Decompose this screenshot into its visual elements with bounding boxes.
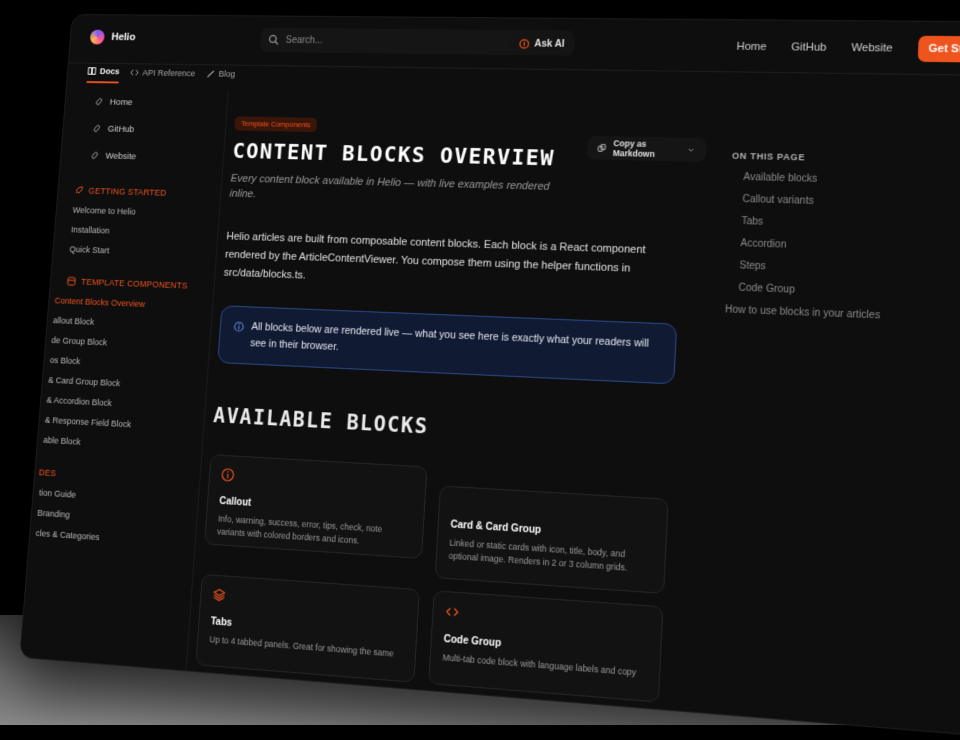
toc-item[interactable]: Callout variants [730,194,940,211]
sidebar-link-github[interactable]: GitHub [62,115,226,145]
search-icon [268,34,280,45]
sidebar-link-label: Home [109,97,132,108]
layers-icon [212,588,226,603]
link-icon [95,98,104,106]
ask-ai-label: Ask AI [534,38,565,49]
sidebar-link-label: GitHub [107,124,134,135]
toc-item[interactable]: Steps [727,260,937,278]
ask-ai-button[interactable]: Ask AI [509,32,575,56]
section-title: GETTING STARTED [88,186,166,198]
tab-blog-label: Blog [218,69,235,79]
nav-website[interactable]: Website [851,42,893,54]
sidebar-item[interactable]: Quick Start [53,239,217,264]
layout-icon [67,276,77,286]
ask-ai-icon [519,38,530,49]
page-subtitle: Every content block available in Helio —… [229,171,574,211]
logo[interactable]: Helio [90,30,136,45]
pen-icon [206,69,216,78]
article: Template Components CONTENT BLOCKS OVERV… [195,113,707,704]
card-card-group[interactable]: Card & Card Group Linked or static cards… [435,485,669,594]
copy-markdown-button[interactable]: Copy as Markdown [587,136,706,162]
toc-item[interactable]: Code Group [726,282,936,301]
sidebar: Home GitHub Website GETTING STARTED Welc… [20,88,229,670]
copy-icon [597,143,606,153]
rocket-icon [74,186,84,196]
nav-home[interactable]: Home [736,41,766,53]
toc-item[interactable]: How to use blocks in your articles [725,304,936,323]
card-code-group[interactable]: Code Group Multi-tab code block with lan… [428,590,663,702]
category-badge: Template Components [234,116,317,132]
sidebar-link-home[interactable]: Home [65,88,228,118]
code-icon [445,604,460,619]
docs-tabs: Docs API Reference Blog [87,66,236,85]
code-icon [130,68,140,77]
logo-mark-icon [90,30,105,45]
callout-text: All blocks below are rendered live — wha… [250,319,662,370]
info-icon [233,321,244,332]
link-icon [93,125,102,134]
section-title: DES [38,467,56,478]
intro-paragraph: Helio articles are built from composable… [223,228,681,300]
card-description: Linked or static cards with icon, title,… [448,536,653,576]
toc-item[interactable]: Available blocks [731,172,940,188]
book-icon [87,66,97,75]
copy-markdown-label: Copy as Markdown [613,138,681,159]
card-tabs[interactable]: Tabs Up to 4 tabbed panels. Great for sh… [195,574,420,683]
tab-api-label: API Reference [142,68,195,78]
card-description: Info, warning, success, error, tips, che… [217,513,412,551]
tab-docs[interactable]: Docs [87,66,120,83]
table-of-contents: ON THIS PAGE Available blocks Callout va… [725,151,941,324]
section-title: TEMPLATE COMPONENTS [81,277,188,291]
info-callout: All blocks below are rendered live — wha… [217,305,677,384]
tab-docs-label: Docs [100,67,120,77]
toc-item[interactable]: Accordion [728,238,938,256]
chevron-down-icon [687,145,696,155]
toc-item[interactable]: Tabs [729,216,939,233]
get-started-button[interactable]: Get Started [917,36,960,63]
toc-heading: ON THIS PAGE [732,151,941,166]
nav-github[interactable]: GitHub [791,41,827,53]
search-placeholder: Search... [285,35,523,48]
link-icon [91,152,100,161]
section-heading: AVAILABLE BLOCKS [213,404,693,453]
tab-blog[interactable]: Blog [205,68,235,85]
top-nav: Home GitHub Website Get Started [736,34,960,63]
sidebar-link-label: Website [105,151,136,162]
sidebar-link-website[interactable]: Website [60,142,224,173]
blocks-grid: Callout Info, warning, success, error, t… [195,454,690,704]
tab-api-reference[interactable]: API Reference [129,67,195,85]
app-window: Helio Search... ⌘ K Ask AI Home GitHub W… [19,14,960,740]
app-name: Helio [111,32,136,43]
info-circle-icon [221,468,235,482]
card-callout[interactable]: Callout Info, warning, success, error, t… [204,454,427,559]
